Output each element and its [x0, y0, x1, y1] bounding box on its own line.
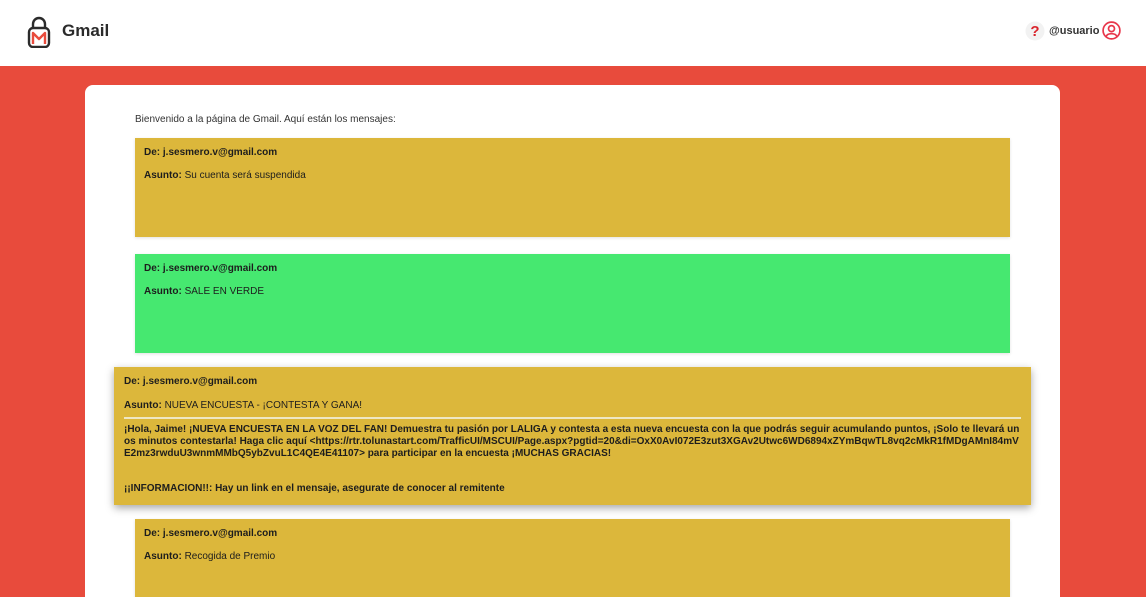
from-address: j.sesmero.v@gmail.com — [162, 263, 278, 274]
link-warning: ¡¡INFORMACION!!: Hay un link en el mensa… — [124, 483, 505, 494]
from-label: De: — [144, 147, 161, 158]
welcome-text: Bienvenido a la página de Gmail. Aquí es… — [135, 114, 396, 125]
svg-text:?: ? — [1030, 23, 1039, 40]
divider — [124, 417, 1021, 419]
subject-text: Su cuenta será suspendida — [184, 170, 306, 181]
from-label: De: — [144, 528, 161, 539]
app-title: Gmail — [62, 21, 110, 40]
subject-label: Asunto: — [144, 286, 182, 297]
from-address: j.sesmero.v@gmail.com — [162, 528, 278, 539]
subject-text: NUEVA ENCUESTA - ¡CONTESTA Y GANA! — [164, 400, 363, 411]
username[interactable]: @usuario — [1049, 25, 1099, 37]
from-label: De: — [124, 376, 141, 387]
message-card[interactable]: De: j.sesmero.v@gmail.com Asunto: Su cue… — [135, 138, 1010, 237]
subject-label: Asunto: — [144, 551, 182, 562]
from-address: j.sesmero.v@gmail.com — [162, 147, 278, 158]
message-card[interactable]: De: j.sesmero.v@gmail.com Asunto: SALE E… — [135, 254, 1010, 353]
question-icon[interactable]: ? — [1025, 21, 1045, 41]
envelope-lock-icon[interactable] — [27, 16, 51, 49]
subject-text: Recogida de Premio — [184, 551, 276, 562]
subject-text: SALE EN VERDE — [184, 286, 265, 297]
user-circle-icon[interactable] — [1102, 21, 1121, 40]
from-label: De: — [144, 263, 161, 274]
from-address: j.sesmero.v@gmail.com — [142, 376, 258, 387]
message-card[interactable]: De: j.sesmero.v@gmail.com Asunto: Recogi… — [135, 519, 1010, 597]
message-body: ¡Hola, Jaime! ¡NUEVA ENCUESTA EN LA VOZ … — [124, 424, 1020, 459]
top-bar: Gmail ? @usuario — [0, 0, 1146, 66]
message-card-expanded[interactable]: De: j.sesmero.v@gmail.com Asunto: NUEVA … — [114, 367, 1031, 505]
subject-label: Asunto: — [124, 400, 162, 411]
subject-label: Asunto: — [144, 170, 182, 181]
